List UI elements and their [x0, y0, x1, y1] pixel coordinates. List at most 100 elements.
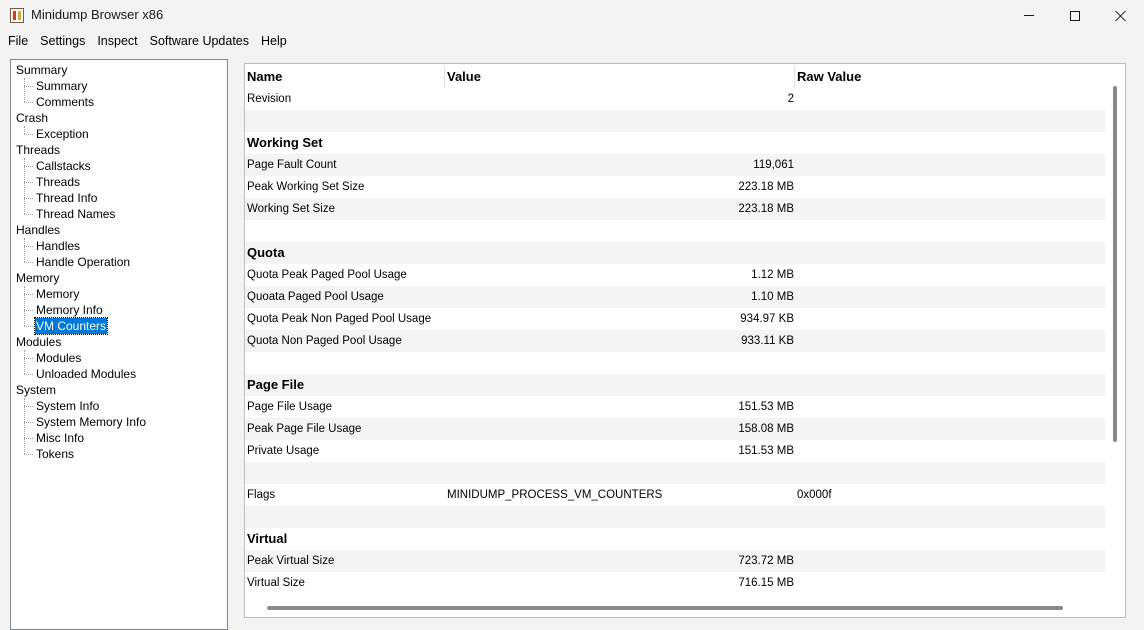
tree-group-modules[interactable]: Modules: [16, 334, 61, 350]
tree-group-summary[interactable]: Summary: [16, 62, 67, 78]
tree-item-handle-operation[interactable]: Handle Operation: [35, 254, 131, 270]
app-icon: [10, 8, 24, 23]
tree-group-handles[interactable]: Handles: [16, 222, 60, 238]
close-icon: [1115, 10, 1127, 22]
horizontal-scrollbar-thumb[interactable]: [267, 606, 1063, 610]
tree-connector-line: [24, 286, 25, 326]
tree-connector-line: [24, 326, 33, 327]
table-row[interactable]: [245, 220, 1105, 242]
row-name: Revision: [247, 93, 292, 105]
tree-group-memory[interactable]: Memory: [16, 270, 59, 286]
close-button[interactable]: [1098, 0, 1144, 31]
section-title: Virtual: [247, 531, 288, 546]
table-row[interactable]: Peak Working Set Size 223.18 MB: [245, 176, 1105, 198]
row-name: Quota Peak Paged Pool Usage: [247, 269, 407, 281]
tree-item-summary[interactable]: Summary: [35, 78, 88, 94]
tree-item-tokens[interactable]: Tokens: [35, 446, 75, 462]
table-row[interactable]: Quota Non Paged Pool Usage 933.11 KB: [245, 330, 1105, 352]
column-header-value[interactable]: Value: [445, 66, 795, 88]
tree-item-thread-info[interactable]: Thread Info: [35, 190, 98, 206]
tree-connector-line: [24, 438, 33, 439]
table-row[interactable]: Flags MINIDUMP_PROCESS_VM_COUNTERS 0x000f: [245, 484, 1105, 506]
row-name: Quota Non Paged Pool Usage: [247, 335, 402, 347]
tree-group-threads[interactable]: Threads: [16, 142, 60, 158]
tree-item-comments[interactable]: Comments: [35, 94, 95, 110]
vertical-scrollbar-thumb[interactable]: [1113, 86, 1117, 442]
tree-connector-line: [24, 86, 33, 87]
table-row[interactable]: Quota Peak Paged Pool Usage 1.12 MB: [245, 264, 1105, 286]
menu-inspect[interactable]: Inspect: [91, 31, 143, 51]
tree-item-system-info[interactable]: System Info: [35, 398, 100, 414]
table-row[interactable]: Peak Page File Usage 158.08 MB: [245, 418, 1105, 440]
table-row[interactable]: Peak Virtual Size 723.72 MB: [245, 550, 1105, 572]
tree-item-label: System Memory Info: [36, 415, 147, 429]
tree-item-label: Unloaded Modules: [36, 367, 137, 381]
row-value: MINIDUMP_PROCESS_VM_COUNTERS: [447, 489, 663, 501]
tree-item-system-memory-info[interactable]: System Memory Info: [35, 414, 147, 430]
tree-connector-line: [24, 310, 33, 311]
menu-software-updates[interactable]: Software Updates: [144, 31, 255, 51]
table-row[interactable]: Working Set Size 223.18 MB: [245, 198, 1105, 220]
menu-file[interactable]: File: [2, 31, 34, 51]
section-header-row[interactable]: Working Set: [245, 132, 1105, 154]
table-row[interactable]: [245, 110, 1105, 132]
table-row[interactable]: [245, 506, 1105, 528]
tree-item-misc-info[interactable]: Misc Info: [35, 430, 85, 446]
tree-item-callstacks[interactable]: Callstacks: [35, 158, 92, 174]
table-row[interactable]: [245, 352, 1105, 374]
table-row[interactable]: [245, 462, 1105, 484]
tree-item-memory[interactable]: Memory: [35, 286, 80, 302]
row-raw-value: 0x000f: [797, 489, 832, 501]
menu-bar: File Settings Inspect Software Updates H…: [0, 31, 1144, 51]
tree-item-handles[interactable]: Handles: [35, 238, 81, 254]
tree-group-crash[interactable]: Crash: [16, 110, 48, 126]
tree-item-unloaded-modules[interactable]: Unloaded Modules: [35, 366, 137, 382]
row-value: 1.10 MB: [751, 291, 794, 303]
tree-item-label: Exception: [36, 127, 89, 141]
tree-item-memory-info[interactable]: Memory Info: [35, 302, 104, 318]
section-title: Working Set: [247, 135, 323, 150]
table-row[interactable]: Quota Peak Non Paged Pool Usage 934.97 KB: [245, 308, 1105, 330]
tree-connector-line: [24, 134, 33, 135]
section-header-row[interactable]: Page File: [245, 374, 1105, 396]
tree-item-threads[interactable]: Threads: [35, 174, 81, 190]
tree-item-label: Memory: [36, 287, 80, 301]
tree-item-vm-counters[interactable]: VM Counters: [33, 317, 109, 335]
tree-connector-line: [24, 246, 33, 247]
row-value: 223.18 MB: [738, 203, 794, 215]
row-value: 151.53 MB: [738, 401, 794, 413]
tree-item-label: VM Counters: [33, 317, 109, 335]
row-name: Working Set Size: [247, 203, 335, 215]
minimize-icon: [1024, 15, 1034, 16]
row-name: Peak Working Set Size: [247, 181, 365, 193]
table-row[interactable]: Revision 2: [245, 88, 1105, 110]
table-row[interactable]: Virtual Size 716.15 MB: [245, 572, 1105, 594]
table-row[interactable]: Quoata Paged Pool Usage 1.10 MB: [245, 286, 1105, 308]
row-value: 119,061: [753, 159, 794, 171]
row-name: Virtual Size: [247, 577, 305, 589]
table-row[interactable]: Page File Usage 151.53 MB: [245, 396, 1105, 418]
section-header-row[interactable]: Virtual: [245, 528, 1105, 550]
tree-item-exception[interactable]: Exception: [35, 126, 90, 142]
menu-help[interactable]: Help: [255, 31, 293, 51]
table-row[interactable]: Page Fault Count 119,061: [245, 154, 1105, 176]
column-header-name[interactable]: Name: [245, 66, 445, 88]
tree-item-label: Memory Info: [36, 303, 103, 317]
row-name: Page Fault Count: [247, 159, 337, 171]
table-row[interactable]: Private Usage 151.53 MB: [245, 440, 1105, 462]
tree-item-modules[interactable]: Modules: [35, 350, 82, 366]
column-header-raw-value[interactable]: Raw Value: [795, 66, 1105, 88]
tree-connector-line: [24, 358, 33, 359]
maximize-button[interactable]: [1052, 0, 1098, 31]
tree-item-label: Modules: [36, 351, 82, 365]
tree-item-label: Tokens: [36, 447, 75, 461]
menu-settings[interactable]: Settings: [34, 31, 91, 51]
navigation-tree[interactable]: Summary Summary Comments Crash Exception Thre…: [10, 59, 228, 630]
tree-group-system[interactable]: System: [16, 382, 56, 398]
window-title: Minidump Browser x86: [31, 7, 164, 22]
tree-connector-line: [24, 182, 33, 183]
minimize-button[interactable]: [1006, 0, 1052, 31]
section-header-row[interactable]: Quota: [245, 242, 1105, 264]
tree-item-thread-names[interactable]: Thread Names: [35, 206, 116, 222]
details-table[interactable]: Name Value Raw Value Revision 2 Working Se…: [244, 63, 1126, 618]
